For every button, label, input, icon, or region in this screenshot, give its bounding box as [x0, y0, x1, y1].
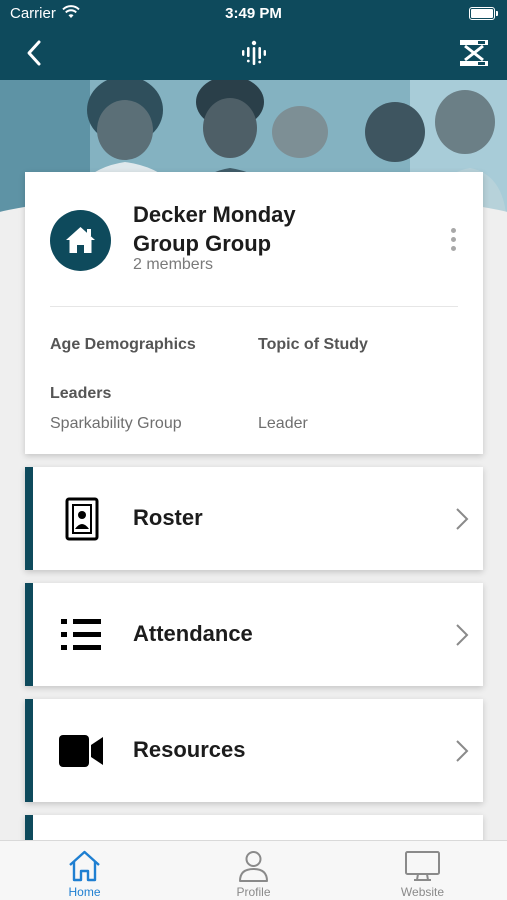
tab-website-label: Website: [400, 885, 445, 899]
monitor-icon: [405, 851, 440, 881]
attendance-row[interactable]: Attendance: [25, 583, 483, 686]
attendance-label: Attendance: [133, 621, 253, 646]
tab-profile-label: Profile: [236, 885, 271, 899]
resources-label: Resources: [133, 737, 246, 762]
status-bar: Carrier 3:49 PM: [0, 0, 507, 28]
menu-icon[interactable]: [457, 36, 491, 70]
leader-role: Leader: [258, 415, 308, 432]
chevron-right-icon: [456, 508, 469, 530]
group-avatar: [50, 210, 111, 271]
person-icon: [239, 851, 268, 882]
chevron-right-icon: [456, 624, 469, 646]
leader-name: Sparkability Group: [50, 415, 182, 432]
app-logo-icon: [242, 40, 266, 65]
battery-icon: [469, 7, 498, 20]
tab-home-label: Home: [68, 885, 101, 899]
chevron-right-icon: [456, 740, 469, 762]
group-title: Decker Monday Group Group: [133, 200, 433, 258]
group-info-card: Decker Monday Group Group 2 members Age …: [25, 172, 483, 454]
chevron-left-icon[interactable]: [20, 38, 50, 68]
topic-of-study-label: Topic of Study: [258, 336, 368, 353]
list-icon: [61, 619, 101, 650]
tab-profile[interactable]: Profile: [169, 841, 338, 900]
roster-row[interactable]: Roster: [25, 467, 483, 570]
divider: [50, 306, 458, 307]
age-demographics-label: Age Demographics: [50, 336, 196, 353]
tab-home[interactable]: Home: [0, 841, 169, 900]
status-time: 3:49 PM: [225, 5, 282, 22]
tab-website[interactable]: Website: [338, 841, 507, 900]
resources-row[interactable]: Resources: [25, 699, 483, 802]
roster-label: Roster: [133, 505, 203, 530]
video-camera-icon: [59, 735, 103, 767]
home-icon: [69, 850, 100, 882]
group-title-line-2: Group Group: [133, 231, 272, 256]
nav-bar: [0, 28, 507, 80]
member-count: 2 members: [133, 256, 214, 273]
leaders-label: Leaders: [50, 385, 112, 402]
id-badge-icon: [65, 497, 99, 541]
home-icon: [66, 227, 95, 253]
group-title-line-1: Decker Monday: [133, 202, 296, 227]
more-options-icon[interactable]: [449, 228, 457, 256]
tab-bar: Home Profile Website: [0, 840, 507, 900]
